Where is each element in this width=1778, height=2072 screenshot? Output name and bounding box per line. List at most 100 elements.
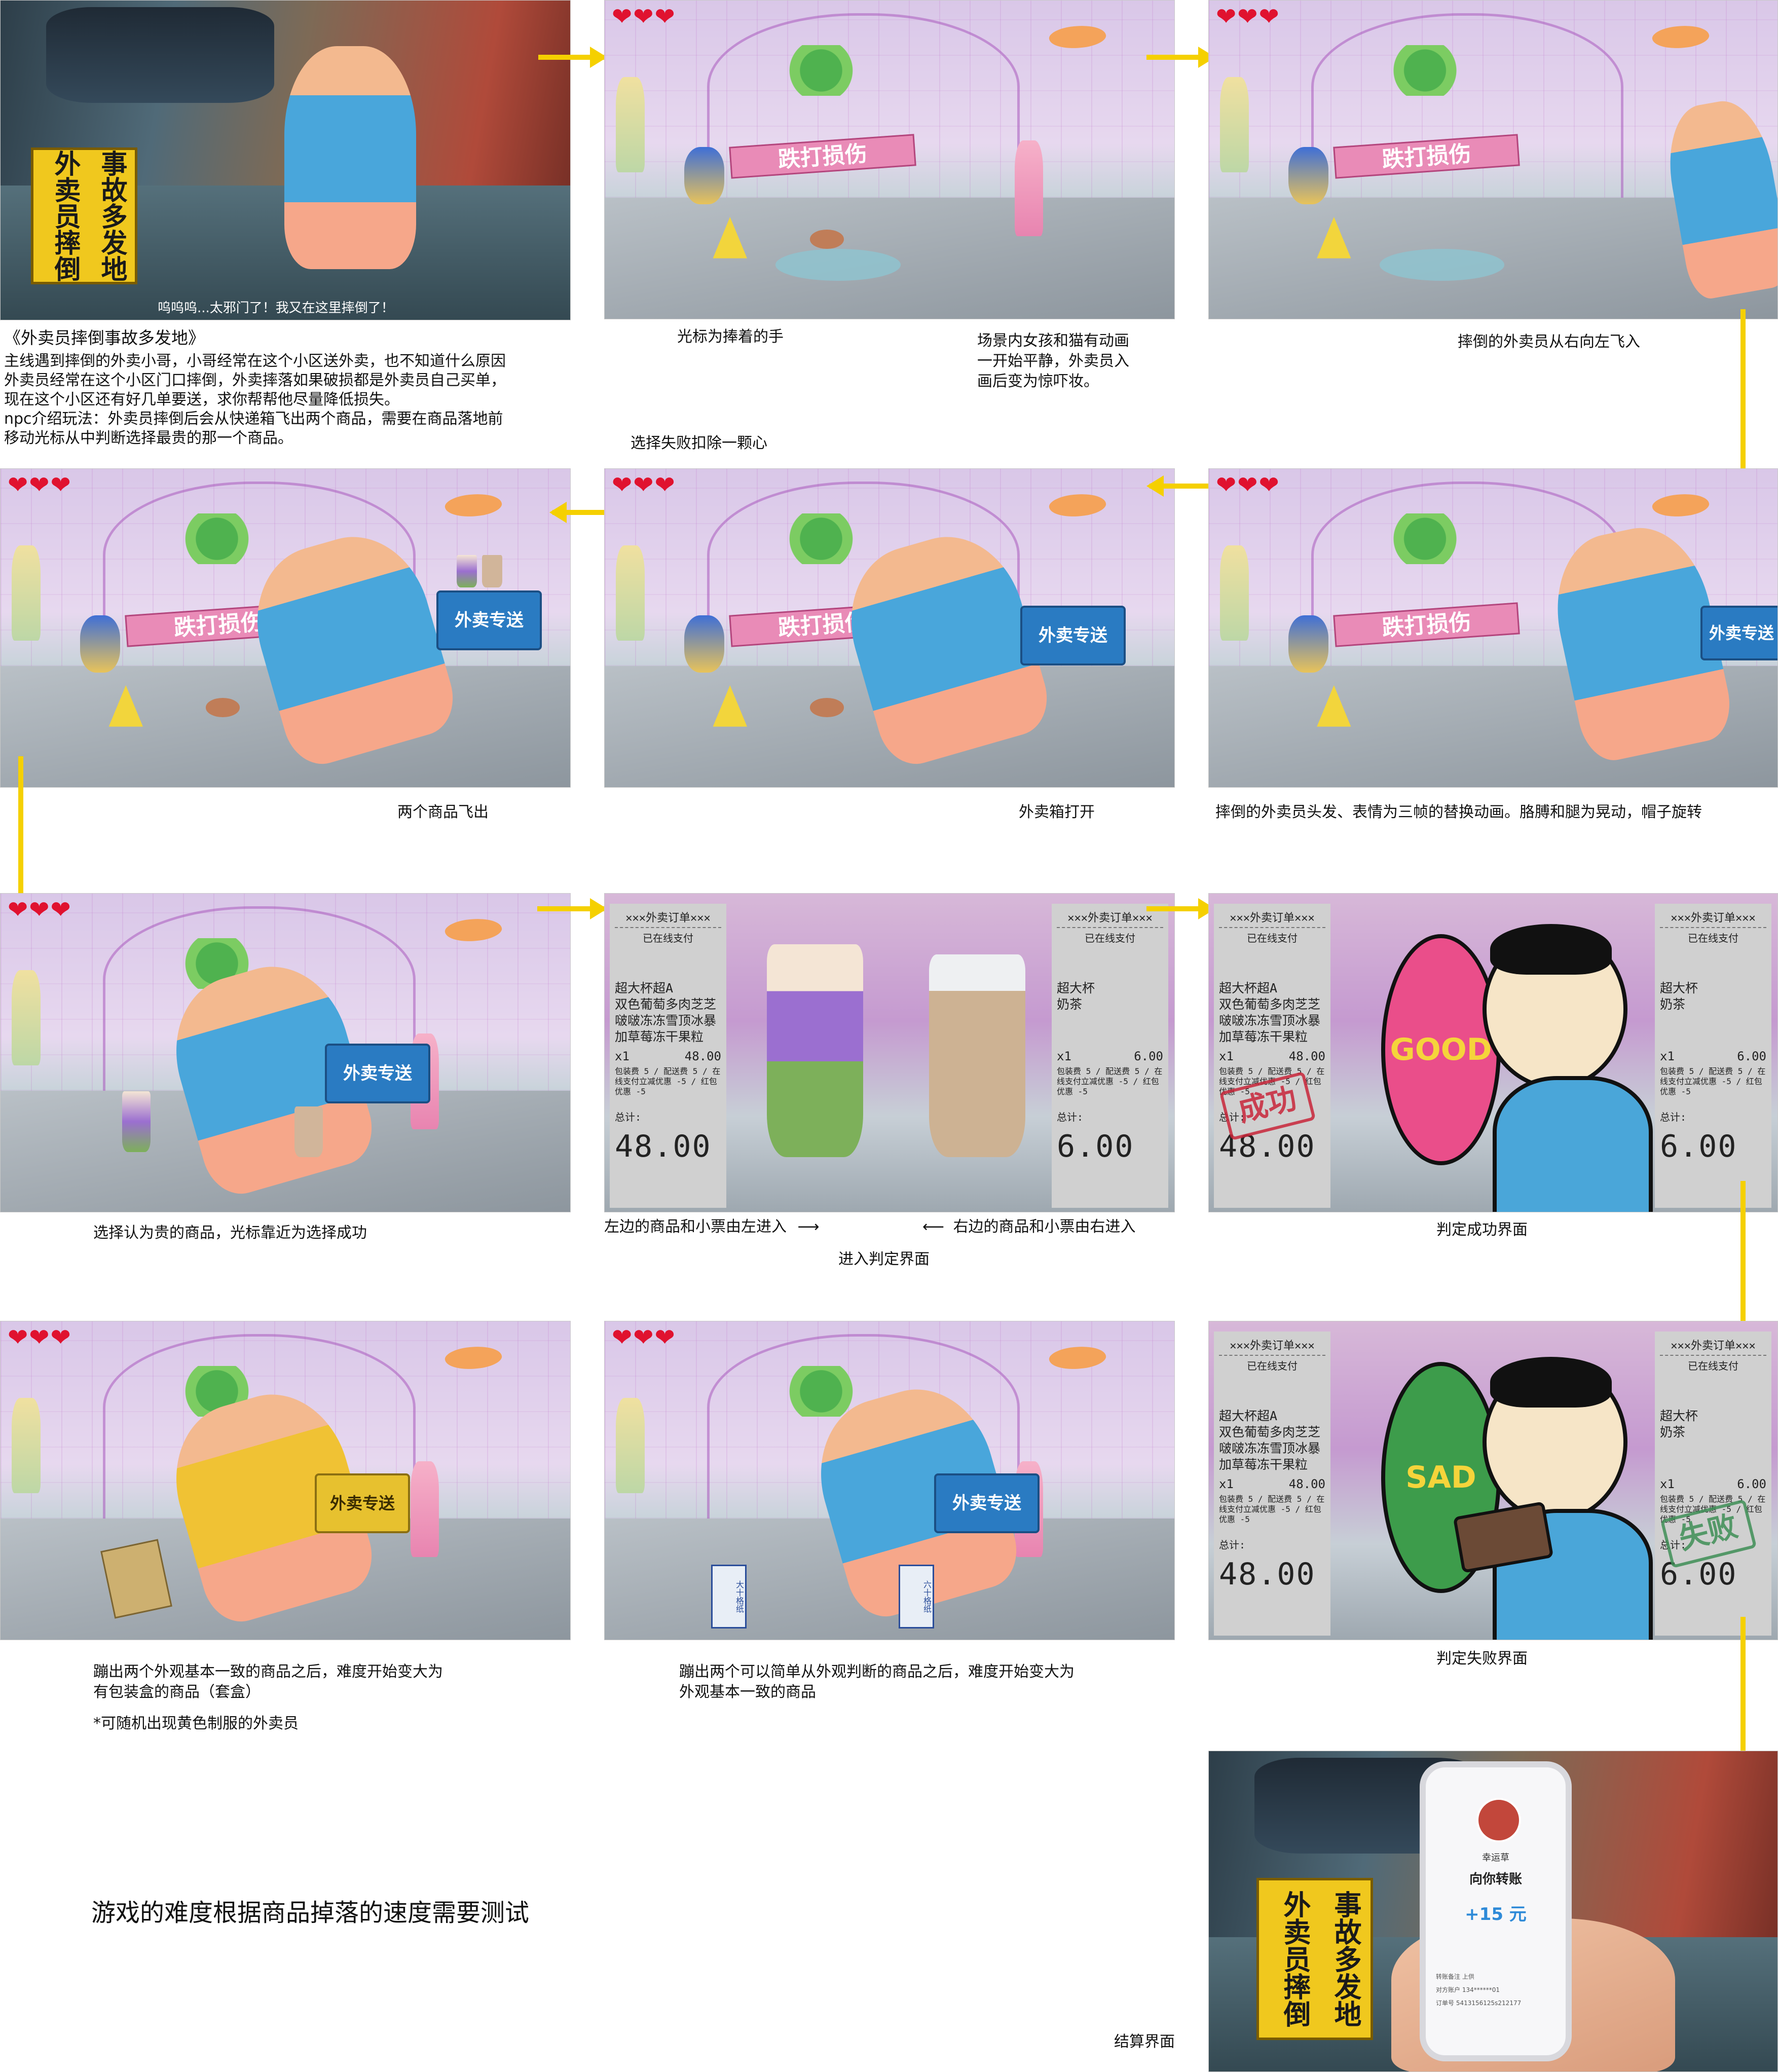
receipt-item-line: 双色葡萄多肉芝芝	[615, 997, 717, 1012]
panel-judge-entry: ✕✕✕外卖订单✕✕✕ 已在线支付 超大杯超A 双色葡萄多肉芝芝 啵啵冻冻雪顶冰暴…	[604, 893, 1175, 1212]
delivery-box: 外卖专送	[1700, 606, 1777, 660]
npc-girl	[411, 1461, 439, 1557]
arrow-right-4	[1146, 898, 1215, 919]
pack-b-label: 六十格纸	[922, 1580, 932, 1613]
receipt-right: ✕✕✕外卖订单✕✕✕ 已在线支付 超大杯 奶茶 x1 6.00 包装费 5 / 配…	[1655, 904, 1771, 1208]
item-drink-b	[294, 1106, 323, 1157]
caption-enter-judge: 进入判定界面	[838, 1250, 930, 1268]
caption-scene-anim-1: 场景内女孩和猫有动画	[977, 332, 1129, 350]
receipt-title: ✕✕✕外卖订单✕✕✕	[1660, 909, 1766, 928]
avatar	[1476, 1798, 1521, 1842]
transfer-details: 转账备注 上供 对方账户 134******01 订单号 5413156125s…	[1436, 1970, 1521, 2010]
receipt-total-label: 总计:	[1057, 1111, 1084, 1123]
npc-runner	[1220, 545, 1249, 641]
sad-text: SAD	[1405, 1460, 1476, 1495]
caption-box-open: 外卖箱打开	[1019, 803, 1095, 821]
caption-harder-box-2: 有包装盒的商品（套盒）	[93, 1683, 261, 1701]
receipt-left: ✕✕✕外卖订单✕✕✕ 已在线支付 超大杯超A 双色葡萄多肉芝芝 啵啵冻冻雪顶冰暴…	[1214, 904, 1330, 1208]
npc-punk	[1288, 615, 1328, 673]
receipt-total-label: 总计:	[1660, 1111, 1687, 1123]
cartoon-body-happy	[1493, 1076, 1653, 1212]
receipt-total-label: 总计:	[615, 1111, 642, 1123]
receipt-left: ✕✕✕外卖订单✕✕✕ 已在线支付 超大杯超A 双色葡萄多肉芝芝 啵啵冻冻雪顶冰暴…	[610, 904, 726, 1208]
arrow-left-2	[1146, 475, 1214, 497]
caption-cursor-hand: 光标为捧着的手	[677, 328, 784, 346]
delivery-box: 外卖专送	[436, 590, 542, 650]
box-label: 外卖专送	[343, 1063, 412, 1084]
item-drink-b	[929, 954, 1025, 1157]
box-label: 外卖专送	[1709, 623, 1774, 643]
panel-choose: 外卖专送 ❤❤❤	[0, 893, 571, 1212]
receipt-item-line: 超大杯超A	[1219, 981, 1278, 995]
receipt-items: 超大杯 奶茶	[1057, 980, 1163, 1013]
receipt-item-line: 加草莓冻干果粒	[1219, 1457, 1308, 1472]
receipt-qty: x1 48.00	[615, 1049, 721, 1063]
intro-line: 移动光标从中判断选择最贵的那一个商品。	[4, 429, 293, 447]
transfer-row: 订单号 5413156125s212177	[1436, 2000, 1522, 2007]
delivery-box: 外卖专送	[1020, 606, 1126, 665]
parked-car	[46, 7, 274, 103]
arrow-left-icon: ⟵	[922, 1218, 945, 1236]
hearts: ❤❤❤	[8, 471, 72, 499]
item-drink-a	[457, 555, 477, 587]
receipt-title: ✕✕✕外卖订单✕✕✕	[1660, 1337, 1766, 1356]
right-enter-text: 右边的商品和小票由右进入	[953, 1218, 1136, 1236]
receipt-title: ✕✕✕外卖订单✕✕✕	[1219, 909, 1325, 928]
npc-runner	[616, 545, 645, 641]
panel-replace-anim: 跌打损伤 外卖专送 ❤❤❤	[1208, 468, 1778, 788]
caption-harder-same-2: 外观基本一致的商品	[679, 1683, 816, 1701]
receipt-total: 48.00	[1219, 1557, 1316, 1592]
intro-title: 《外卖员摔倒事故多发地》	[4, 328, 205, 348]
item-pack-b: 六十格纸	[899, 1565, 934, 1629]
difficulty-note: 游戏的难度根据商品掉落的速度需要测试	[91, 1899, 530, 1927]
receipt-left: ✕✕✕外卖订单✕✕✕ 已在线支付 超大杯超A 双色葡萄多肉芝芝 啵啵冻冻雪顶冰暴…	[1214, 1331, 1330, 1636]
receipt-status: 已在线支付	[1085, 932, 1135, 944]
qty-price: 6.00	[1737, 1477, 1766, 1491]
item-drink-b	[482, 555, 502, 587]
receipt-fees: 包装费 5 / 配送费 5 / 在线支付立减优惠 -5 / 红包优惠 -5	[1660, 1066, 1766, 1096]
qty-price: 6.00	[1134, 1049, 1163, 1063]
caption-judge-fail: 判定失败界面	[1436, 1650, 1528, 1668]
receipt-right: ✕✕✕外卖订单✕✕✕ 已在线支付 超大杯 奶茶 x1 6.00 包装费 5 / 配…	[1052, 904, 1168, 1208]
courier-kneeling	[284, 46, 416, 269]
transfer-row: 对方账户 134******01	[1436, 1986, 1500, 1993]
receipt-item-line: 双色葡萄多肉芝芝	[1219, 1425, 1321, 1439]
panel-harder-box: 外卖专送 ❤❤❤	[0, 1321, 571, 1640]
caption-judge-success: 判定成功界面	[1436, 1221, 1528, 1239]
caption-harder-same-1: 蹦出两个可以简单从外观判断的商品之后，难度开始变大为	[679, 1663, 1075, 1681]
payer-name: 幸运草	[1482, 1853, 1509, 1863]
caption-right-enter: ⟵ 右边的商品和小票由右进入	[922, 1217, 1136, 1237]
receipt-right: ✕✕✕外卖订单✕✕✕ 已在线支付 超大杯 奶茶 x1 6.00 包装费 5 / 配…	[1655, 1331, 1771, 1636]
caption-scene-anim-2: 一开始平静，外卖员入	[977, 352, 1129, 370]
cursor-hand-icon	[809, 698, 844, 717]
receipt-items: 超大杯 奶茶	[1660, 1408, 1766, 1440]
intro-body: 主线遇到摔倒的外卖小哥，小哥经常在这个小区送外卖，也不知道什么原因 外卖员经常在…	[4, 352, 506, 448]
panel-scene-cursor: 跌打损伤 ❤❤❤	[604, 0, 1175, 319]
qty: x1	[1660, 1477, 1675, 1491]
receipt-item-line: 加草莓冻干果粒	[1219, 1029, 1308, 1044]
arrow-right-3	[537, 898, 607, 919]
arrow-down-1	[1732, 309, 1754, 489]
transfer-row: 转账备注 上供	[1436, 1973, 1474, 1980]
npc-runner	[12, 1397, 41, 1494]
npc-punk	[684, 146, 725, 204]
hearts: ❤❤❤	[612, 1323, 676, 1352]
caption-left-enter: 左边的商品和小票由左进入 ⟶	[604, 1217, 820, 1237]
receipt-fees: 包装费 5 / 配送费 5 / 在线支付立减优惠 -5 / 红包优惠 -5	[615, 1066, 721, 1096]
transfer-action: 向你转账	[1469, 1872, 1522, 1887]
qty-price: 48.00	[1288, 1477, 1325, 1491]
intro-line: 外卖员经常在这个小区门口摔倒，外卖摔落如果破损都是外卖员自己买单，	[4, 372, 506, 389]
box-label: 外卖专送	[1039, 625, 1107, 646]
hearts: ❤❤❤	[8, 896, 72, 924]
cursor-hand-icon	[809, 230, 844, 249]
hearts: ❤❤❤	[612, 471, 676, 499]
item-drink-a	[122, 1091, 151, 1152]
good-text: GOOD	[1390, 1032, 1492, 1067]
npc-runner	[12, 970, 41, 1066]
delivery-box: 外卖专送	[934, 1473, 1040, 1533]
receipt-title: ✕✕✕外卖订单✕✕✕	[1057, 909, 1163, 928]
receipt-total: 6.00	[1660, 1129, 1737, 1164]
npc-punk	[80, 615, 121, 673]
warning-sign-text: 事故多发地 外卖员摔倒	[1279, 1891, 1361, 2027]
left-enter-text: 左边的商品和小票由左进入	[604, 1218, 787, 1236]
